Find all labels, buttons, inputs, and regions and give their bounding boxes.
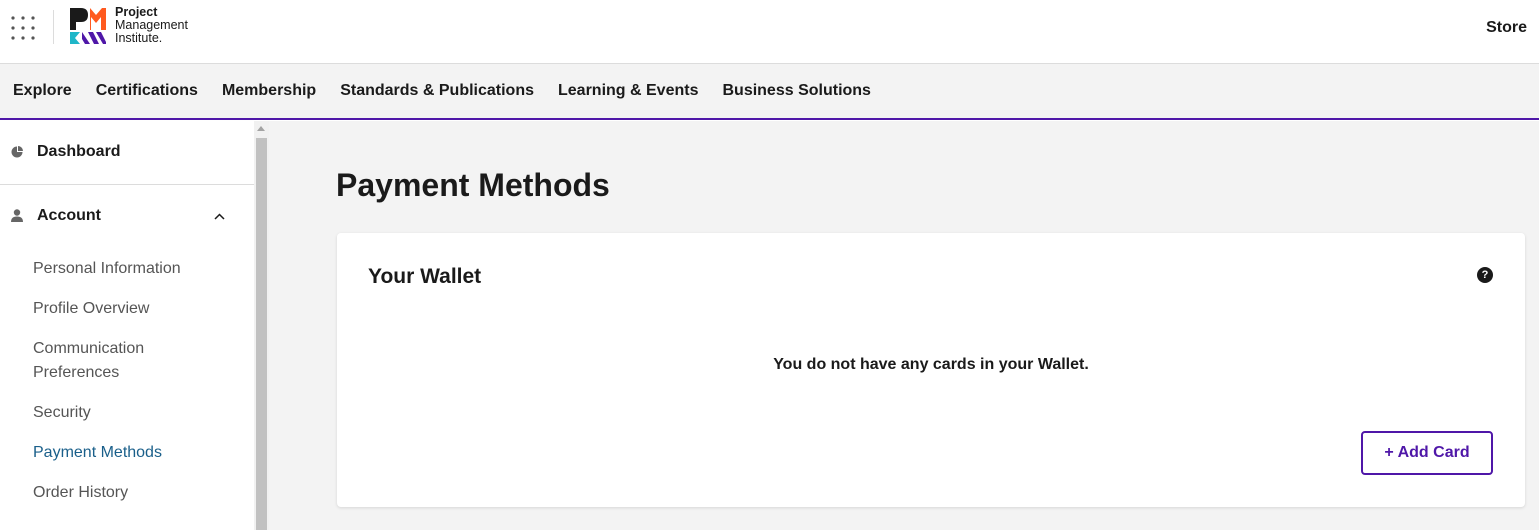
- sidebar-scrollbar[interactable]: [254, 121, 269, 530]
- nav-item-certifications[interactable]: Certifications: [96, 82, 198, 100]
- logo-line: Institute.: [115, 31, 163, 45]
- chevron-up-icon[interactable]: [214, 213, 225, 220]
- sidebar-item-communication-preferences[interactable]: Communication Preferences: [33, 329, 203, 393]
- sidebar: Dashboard Account Personal Information P…: [0, 121, 254, 530]
- sidebar-item-profile-overview[interactable]: Profile Overview: [33, 289, 203, 329]
- dashboard-pie-icon: [11, 146, 23, 158]
- sidebar-item-order-history[interactable]: Order History: [33, 473, 203, 513]
- nav-item-membership[interactable]: Membership: [222, 82, 316, 100]
- sidebar-section-account[interactable]: Account: [0, 185, 254, 249]
- sidebar-item-label: Account: [37, 207, 101, 224]
- sidebar-item-dashboard[interactable]: Dashboard: [0, 121, 254, 185]
- nav-item-standards-publications[interactable]: Standards & Publications: [340, 82, 534, 100]
- sidebar-item-payment-methods[interactable]: Payment Methods: [33, 433, 203, 473]
- help-circle-icon[interactable]: ?: [1477, 267, 1493, 283]
- pmi-logo[interactable]: Project Management Institute.: [68, 6, 208, 46]
- wallet-title: Your Wallet: [368, 265, 482, 288]
- nav-item-explore[interactable]: Explore: [13, 82, 72, 100]
- main-content: Payment Methods Your Wallet ? You do not…: [269, 121, 1539, 530]
- pmi-logo-text: Project Management Institute.: [115, 6, 188, 45]
- header-divider: [53, 10, 54, 44]
- primary-nav: Explore Certifications Membership Standa…: [0, 64, 1539, 120]
- apps-grid-icon[interactable]: [11, 16, 35, 40]
- scroll-up-arrow-icon[interactable]: [257, 126, 265, 131]
- add-card-button[interactable]: + Add Card: [1361, 431, 1493, 475]
- page-title: Payment Methods: [336, 167, 610, 203]
- nav-item-business-solutions[interactable]: Business Solutions: [722, 82, 870, 100]
- sidebar-item-label: Dashboard: [37, 143, 121, 160]
- sidebar-item-personal-information[interactable]: Personal Information: [33, 249, 203, 289]
- person-icon: [11, 209, 23, 222]
- nav-item-learning-events[interactable]: Learning & Events: [558, 82, 698, 100]
- wallet-card: Your Wallet ? You do not have any cards …: [337, 233, 1525, 507]
- pmi-logo-mark: [70, 8, 106, 44]
- store-link[interactable]: Store: [1486, 19, 1527, 37]
- top-bar: Project Management Institute. Store: [0, 0, 1539, 64]
- account-submenu: Personal Information Profile Overview Co…: [0, 249, 254, 513]
- wallet-empty-message: You do not have any cards in your Wallet…: [773, 356, 1089, 373]
- scrollbar-thumb[interactable]: [256, 138, 267, 530]
- sidebar-item-security[interactable]: Security: [33, 393, 203, 433]
